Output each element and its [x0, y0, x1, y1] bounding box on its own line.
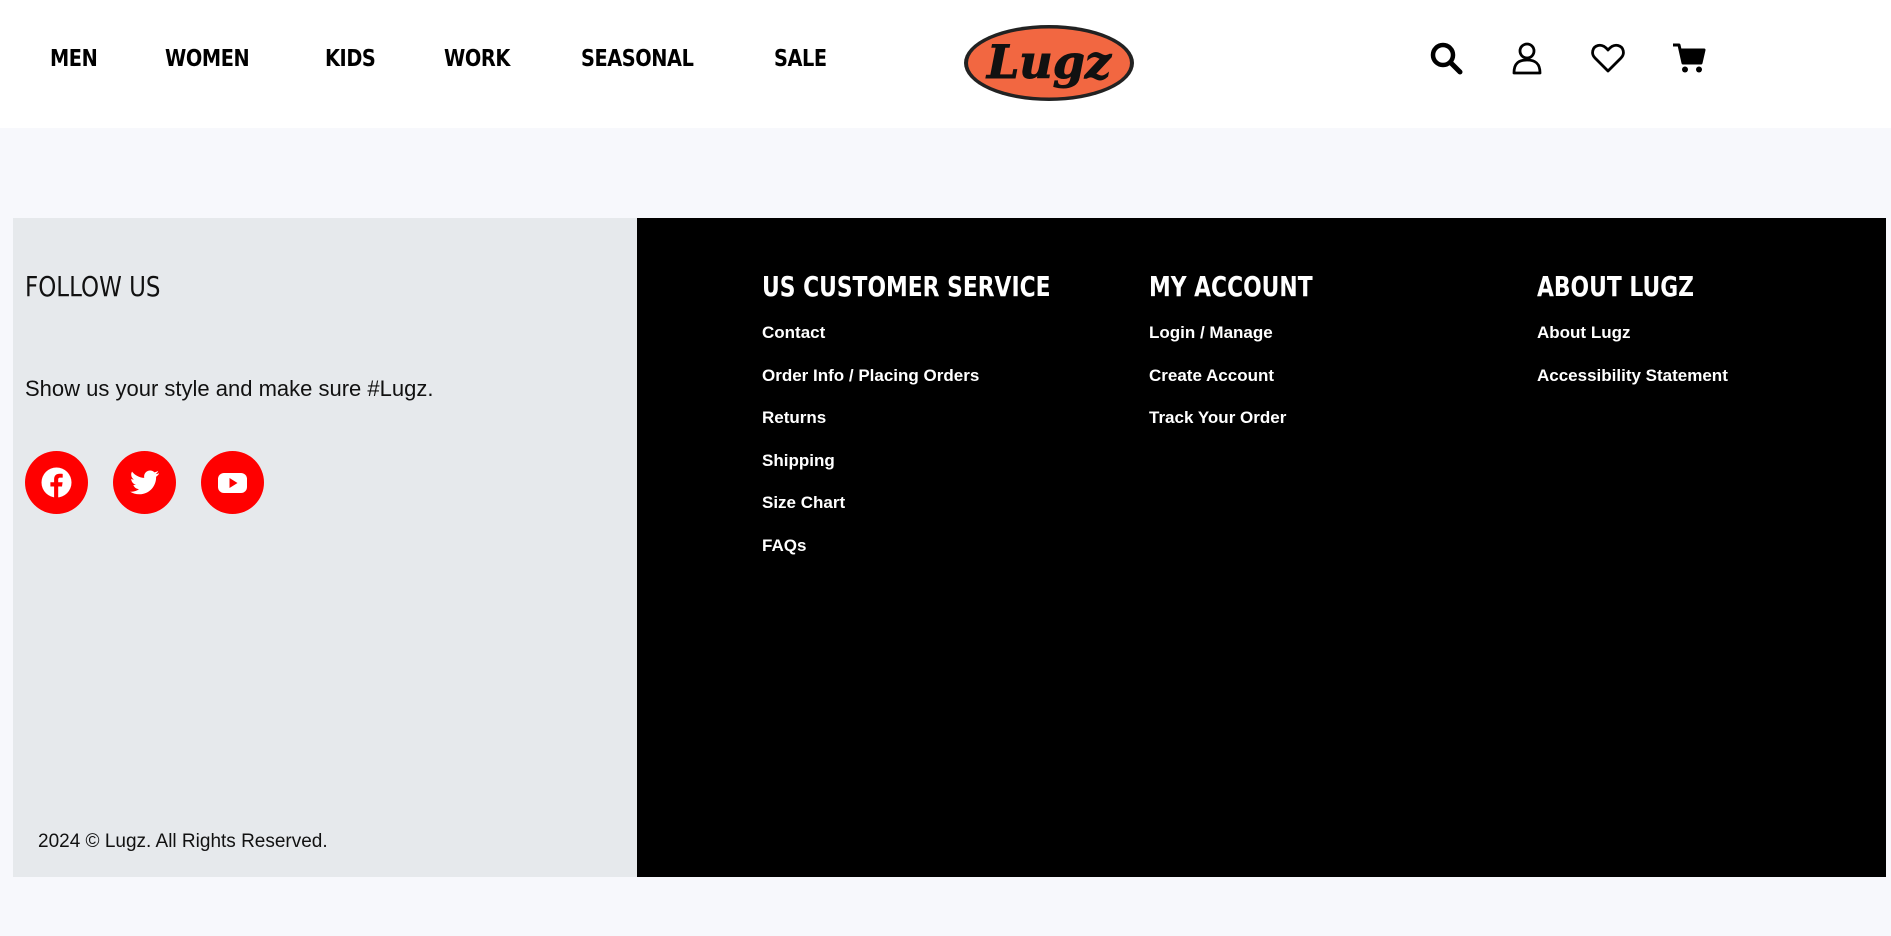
follow-us-text: Show us your style and make sure #Lugz. — [25, 376, 434, 401]
social-links — [25, 451, 285, 515]
footer-link-faqs[interactable]: FAQs — [762, 529, 1132, 572]
site-header: MEN WOMEN KIDS WORK SEASONAL SALE Lugz — [0, 0, 1891, 128]
logo-graphic: Lugz — [964, 25, 1134, 101]
footer-column-title: ABOUT LUGZ — [1537, 270, 1694, 303]
footer-column-customer-service: US CUSTOMER SERVICE Contact Order Info /… — [762, 268, 1132, 571]
footer-column-about: ABOUT LUGZ About Lugz Accessibility Stat… — [1537, 268, 1738, 401]
bottom-band — [0, 888, 1891, 936]
footer-link-track-order[interactable]: Track Your Order — [1149, 401, 1359, 444]
footer-links-panel: US CUSTOMER SERVICE Contact Order Info /… — [637, 218, 1886, 877]
facebook-icon — [41, 467, 72, 498]
footer-link-order-info[interactable]: Order Info / Placing Orders — [762, 359, 1132, 402]
footer-link-create-account[interactable]: Create Account — [1149, 359, 1359, 402]
lugz-logo[interactable]: Lugz — [961, 22, 1137, 104]
twitter-link[interactable] — [113, 451, 176, 514]
search-icon[interactable] — [1428, 40, 1464, 76]
copyright-text: 2024 © Lugz. All Rights Reserved. — [38, 831, 328, 852]
nav-item-work[interactable]: WORK — [444, 46, 510, 72]
youtube-icon — [218, 473, 247, 493]
footer-link-about-lugz[interactable]: About Lugz — [1537, 316, 1738, 359]
follow-us-panel: FOLLOW US Show us your style and make su… — [13, 218, 637, 877]
footer-link-returns[interactable]: Returns — [762, 401, 1132, 444]
nav-item-kids[interactable]: KIDS — [325, 46, 376, 72]
footer-column-title: MY ACCOUNT — [1149, 270, 1313, 303]
cart-icon[interactable] — [1671, 40, 1707, 76]
footer-link-list: Contact Order Info / Placing Orders Retu… — [762, 316, 1132, 571]
nav-item-seasonal[interactable]: SEASONAL — [581, 46, 694, 72]
footer-link-login[interactable]: Login / Manage — [1149, 316, 1359, 359]
nav-item-men[interactable]: MEN — [50, 46, 98, 72]
footer-link-contact[interactable]: Contact — [762, 316, 1132, 359]
wishlist-heart-icon[interactable] — [1590, 40, 1626, 76]
footer-link-size-chart[interactable]: Size Chart — [762, 486, 1132, 529]
footer-column-title: US CUSTOMER SERVICE — [762, 270, 1051, 303]
footer-column-my-account: MY ACCOUNT Login / Manage Create Account… — [1149, 268, 1359, 444]
nav-item-sale[interactable]: SALE — [774, 46, 827, 72]
footer-link-shipping[interactable]: Shipping — [762, 444, 1132, 487]
footer-link-accessibility[interactable]: Accessibility Statement — [1537, 359, 1738, 402]
follow-us-title: FOLLOW US — [25, 270, 161, 303]
logo-text: Lugz — [985, 35, 1112, 89]
main-nav: MEN WOMEN KIDS WORK SEASONAL SALE — [50, 46, 896, 72]
footer-link-list: Login / Manage Create Account Track Your… — [1149, 316, 1359, 444]
header-icons — [1428, 40, 1720, 80]
account-icon[interactable] — [1509, 40, 1545, 76]
facebook-link[interactable] — [25, 451, 88, 514]
spacer-band — [0, 128, 1891, 206]
nav-item-women[interactable]: WOMEN — [165, 46, 250, 72]
youtube-link[interactable] — [201, 451, 264, 514]
footer-link-list: About Lugz Accessibility Statement — [1537, 316, 1738, 401]
twitter-icon — [130, 470, 159, 495]
